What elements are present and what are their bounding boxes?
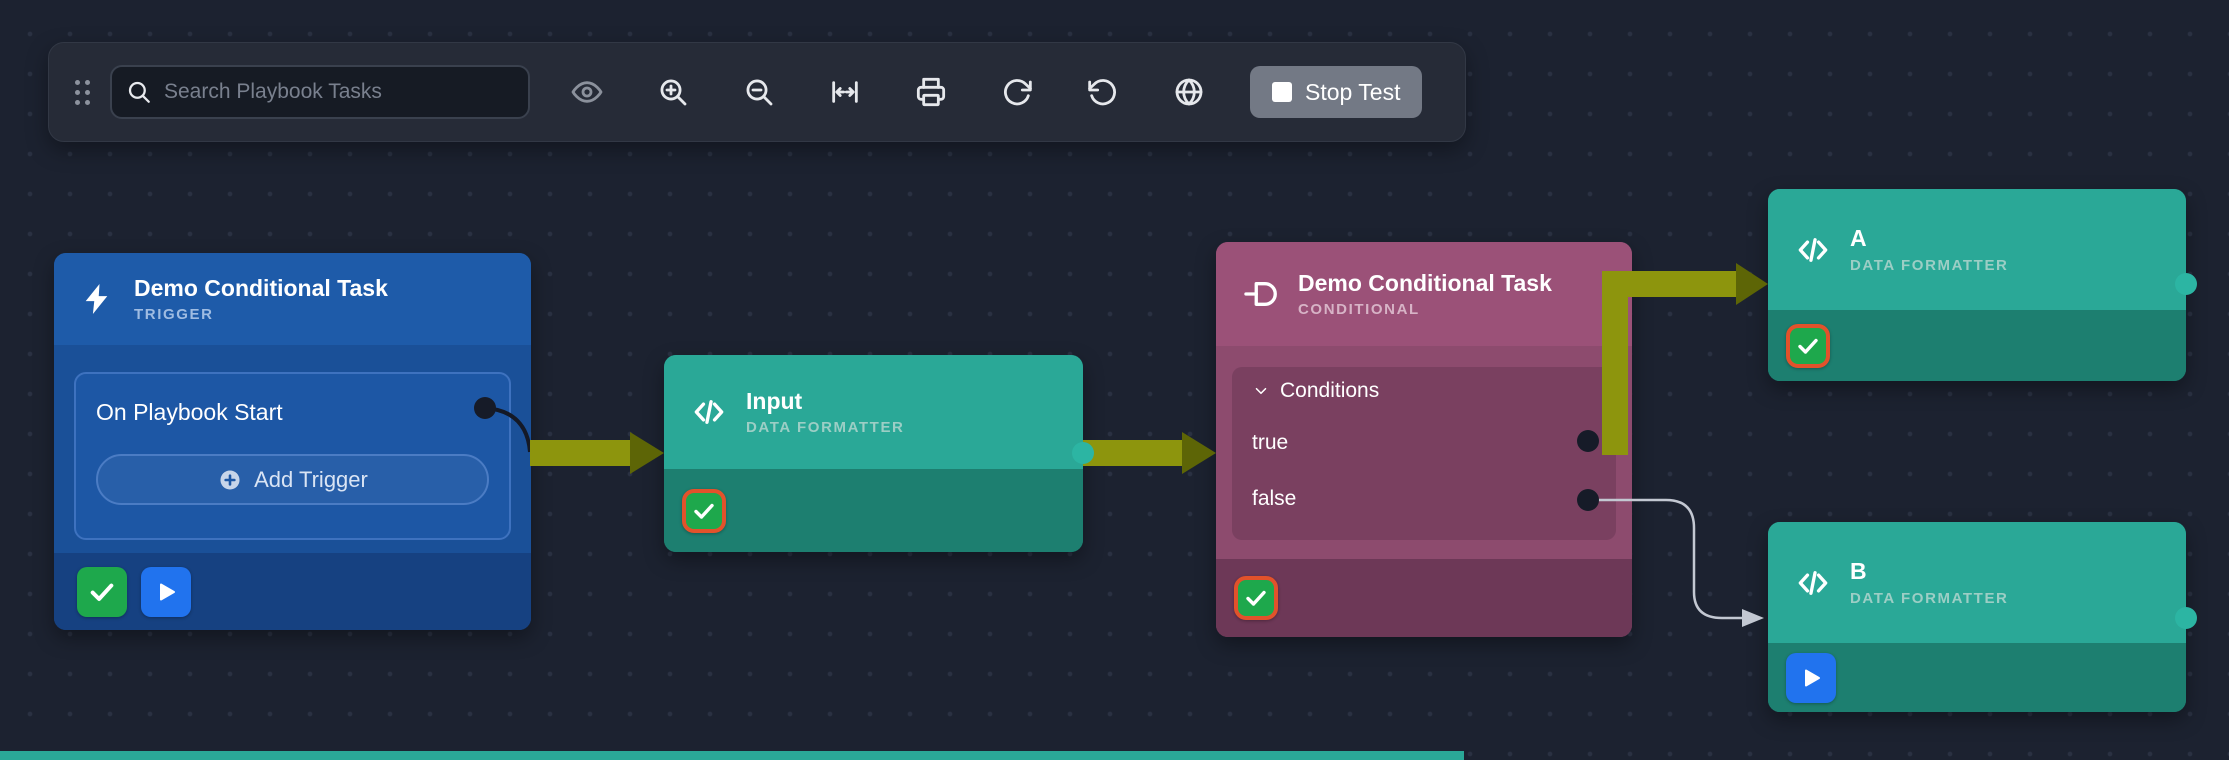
stop-test-label: Stop Test [1305,79,1400,106]
run-badge[interactable] [1786,653,1836,703]
redo-clockwise-icon [1001,76,1033,108]
conditional-node-type: CONDITIONAL [1298,301,1552,318]
conditional-node-title: Demo Conditional Task [1298,270,1552,298]
partial-node-bottom[interactable] [0,751,1464,760]
lightning-icon [80,281,116,317]
search-box[interactable] [110,65,530,119]
check-icon [1244,586,1268,610]
trigger-node-title: Demo Conditional Task [134,275,388,303]
play-icon [154,580,178,604]
conditional-node-footer [1216,559,1632,637]
conditions-label: Conditions [1280,379,1379,403]
a-node-footer [1768,310,2186,381]
b-node-footer [1768,643,2186,712]
search-icon [126,79,152,105]
toolbar-tools [568,73,1208,111]
node-formatter-a[interactable]: A DATA FORMATTER [1768,189,2186,381]
run-badge[interactable] [141,567,191,617]
zoom-in-icon [657,76,689,108]
b-node-type: DATA FORMATTER [1850,590,2008,607]
chevron-down-icon [1252,382,1270,400]
fit-view-button[interactable] [826,73,864,111]
code-icon [1794,564,1832,602]
conditions-toggle[interactable]: Conditions [1232,367,1616,415]
status-success-highlighted-badge[interactable] [682,489,726,533]
code-icon [1794,231,1832,269]
conditions-panel: Conditions true false [1232,367,1616,540]
undo-counterclockwise-icon [1087,76,1119,108]
plus-circle-icon [217,467,243,493]
add-trigger-label: Add Trigger [254,467,368,493]
branch-false-label: false [1252,487,1296,511]
fit-view-icon [829,76,861,108]
b-node-title: B [1850,558,2008,586]
a-node-type: DATA FORMATTER [1850,257,2008,274]
playbook-canvas[interactable]: Stop Test Demo Conditional Task TRIGGER … [0,0,2229,760]
code-icon [690,393,728,431]
check-icon [1796,334,1820,358]
trigger-node-type: TRIGGER [134,306,388,323]
branch-true-label: true [1252,431,1288,455]
gate-icon [1242,275,1280,313]
conditional-node-header: Demo Conditional Task CONDITIONAL [1216,242,1632,346]
connection-input-to-conditional [1083,432,1216,474]
eye-icon [571,76,603,108]
node-trigger[interactable]: Demo Conditional Task TRIGGER On Playboo… [54,253,531,630]
trigger-node-footer [54,553,531,630]
b-node-header: B DATA FORMATTER [1768,522,2186,643]
globe-icon [1173,76,1205,108]
zoom-in-button[interactable] [654,73,692,111]
node-formatter-b[interactable]: B DATA FORMATTER [1768,522,2186,712]
check-icon [692,499,716,523]
canvas-toolbar: Stop Test [48,42,1466,142]
node-conditional[interactable]: Demo Conditional Task CONDITIONAL Condit… [1216,242,1632,637]
stop-test-button[interactable]: Stop Test [1250,66,1422,118]
redo-button[interactable] [998,73,1036,111]
zoom-out-icon [743,76,775,108]
print-icon [915,76,947,108]
input-node-footer [664,469,1083,552]
a-node-title: A [1850,225,2008,253]
node-input-formatter[interactable]: Input DATA FORMATTER [664,355,1083,552]
status-success-highlighted-badge[interactable] [1234,576,1278,620]
print-button[interactable] [912,73,950,111]
drag-handle-icon[interactable] [75,80,90,105]
a-node-header: A DATA FORMATTER [1768,189,2186,310]
trigger-event-row[interactable]: On Playbook Start [96,392,489,432]
branch-false-row[interactable]: false [1232,471,1616,527]
play-icon [1799,666,1823,690]
status-success-highlighted-badge[interactable] [1786,324,1830,368]
input-node-header: Input DATA FORMATTER [664,355,1083,469]
search-input[interactable] [164,80,514,104]
trigger-events-panel: On Playbook Start Add Trigger [74,372,511,540]
stop-icon [1272,82,1292,102]
branch-true-row[interactable]: true [1232,415,1616,471]
globe-button[interactable] [1170,73,1208,111]
connection-trigger-to-input [530,432,664,474]
trigger-event-label: On Playbook Start [96,399,283,426]
status-success-badge[interactable] [77,567,127,617]
add-trigger-button[interactable]: Add Trigger [96,454,489,505]
toggle-visibility-button[interactable] [568,73,606,111]
input-node-type: DATA FORMATTER [746,419,904,436]
check-icon [88,578,116,606]
undo-button[interactable] [1084,73,1122,111]
trigger-node-header: Demo Conditional Task TRIGGER [54,253,531,345]
zoom-out-button[interactable] [740,73,778,111]
input-node-title: Input [746,388,904,416]
